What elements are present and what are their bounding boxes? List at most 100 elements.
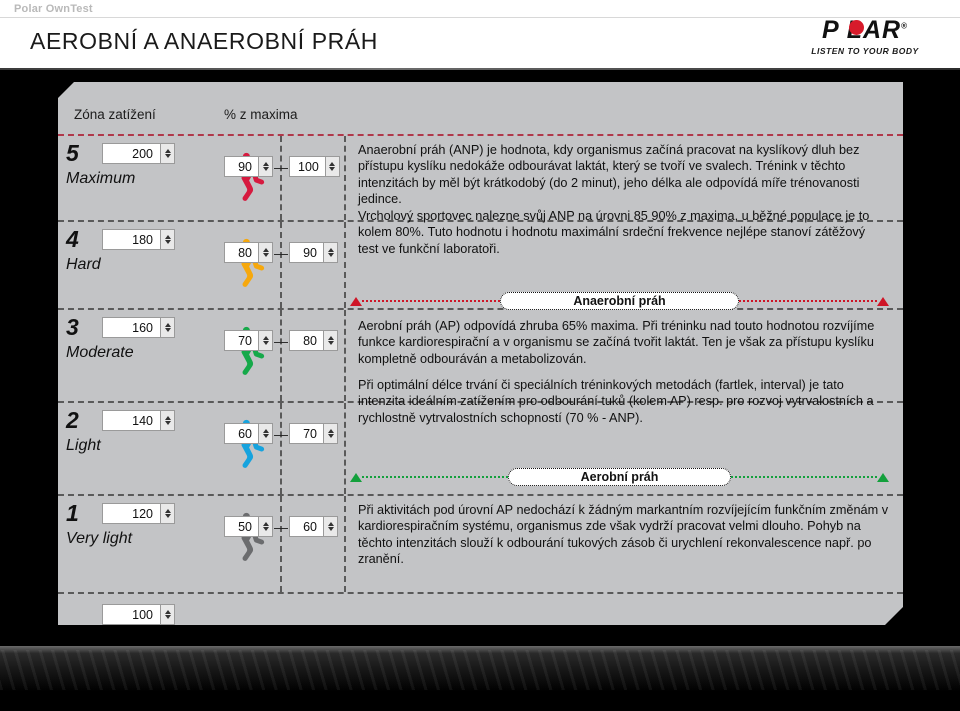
chevron-down-icon[interactable] [165,240,171,244]
chevron-up-icon[interactable] [165,323,171,327]
percent-range[interactable]: 50 — 60 [224,516,338,537]
bpm-stepper[interactable]: 160 [102,317,175,338]
page-title: AEROBNÍ A ANAEROBNÍ PRÁH [30,28,379,54]
chevron-down-icon[interactable] [329,167,335,171]
chevron-up-icon[interactable] [328,248,334,252]
footer-stripe-pattern [0,650,960,690]
percent-high-input[interactable]: 60 [289,516,323,537]
percent-low-input[interactable]: 90 [224,156,258,177]
percent-low-spinner[interactable] [258,242,273,263]
percent-high-input[interactable]: 100 [289,156,325,177]
bpm-input[interactable]: 120 [102,503,160,524]
bpm-input[interactable]: 160 [102,317,160,338]
bpm-stepper[interactable]: 140 [102,410,175,431]
percent-high-spinner[interactable] [323,423,338,444]
range-dash: — [274,425,288,442]
percent-low-spinner[interactable] [258,423,273,444]
chevron-up-icon[interactable] [263,429,269,433]
bpm-stepper[interactable]: 200 [102,143,175,164]
chevron-up-icon[interactable] [328,336,334,340]
bpm-spinner-buttons[interactable] [160,410,175,431]
bpm-stepper-min[interactable]: 100 [102,604,175,625]
chevron-up-icon[interactable] [165,416,171,420]
percent-range[interactable]: 80 — 90 [224,242,338,263]
chevron-up-icon[interactable] [263,522,269,526]
chevron-down-icon[interactable] [263,253,269,257]
triangle-right-icon [877,473,889,482]
bpm-min-spinner-buttons[interactable] [160,604,175,625]
column-header-percent: % z maxima [224,107,298,122]
range-dash: — [274,158,288,175]
percent-low-spinner[interactable] [258,516,273,537]
chevron-down-icon[interactable] [328,434,334,438]
chevron-down-icon[interactable] [263,341,269,345]
zone-cell: 200 5 Maximum [58,136,222,220]
anaerobic-threshold-marker: Anaerobní práh [350,292,889,310]
percent-low-spinner[interactable] [258,330,273,351]
chevron-down-icon[interactable] [165,328,171,332]
chevron-up-icon[interactable] [263,336,269,340]
bpm-input[interactable]: 200 [102,143,160,164]
bpm-spinner-buttons[interactable] [160,143,175,164]
polar-logo-tagline: LISTEN TO YOUR BODY [811,46,919,56]
chevron-down-icon[interactable] [328,527,334,531]
percent-low-spinner[interactable] [258,156,273,177]
chevron-up-icon[interactable] [328,429,334,433]
bpm-min-input[interactable]: 100 [102,604,160,625]
bpm-input[interactable]: 140 [102,410,160,431]
percent-high-spinner[interactable] [325,156,340,177]
zone-number: 5 [66,140,79,166]
percent-cell: 60 — 70 [222,403,346,494]
chevron-down-icon[interactable] [328,253,334,257]
triangle-left-icon [350,297,362,306]
percent-high-input[interactable]: 90 [289,242,323,263]
zone-cell: 140 2 Light [58,403,222,494]
percent-high-spinner[interactable] [323,330,338,351]
triangle-right-icon [877,297,889,306]
registered-trademark-icon: ® [901,21,908,31]
chevron-up-icon[interactable] [263,248,269,252]
anaerobic-threshold-label: Anaerobní práh [500,292,738,310]
percent-high-input[interactable]: 80 [289,330,323,351]
triangle-left-icon [350,473,362,482]
chevron-down-icon[interactable] [263,527,269,531]
bpm-stepper[interactable]: 120 [102,503,175,524]
percent-high-spinner[interactable] [323,516,338,537]
description-cell: Při aktivitách pod úrovní AP nedochází k… [346,496,903,592]
table-row: 140 2 Light 60 — 70 Při optimální délce … [58,403,903,496]
chevron-up-icon[interactable] [165,235,171,239]
chevron-up-icon[interactable] [329,162,335,166]
percent-range[interactable]: 90 — 100 [224,156,340,177]
aerobic-threshold-marker: Aerobní práh [350,468,889,486]
chevron-up-icon[interactable] [263,162,269,166]
polar-logo: P LAR® LISTEN TO YOUR BODY [790,16,940,58]
bpm-spinner-buttons[interactable] [160,503,175,524]
chevron-down-icon[interactable] [165,514,171,518]
percent-high-input[interactable]: 70 [289,423,323,444]
chevron-down-icon[interactable] [165,421,171,425]
chevron-up-icon[interactable] [165,149,171,153]
chevron-up-icon[interactable] [328,522,334,526]
zone-label: Hard [66,256,101,273]
percent-low-input[interactable]: 80 [224,242,258,263]
percent-high-spinner[interactable] [323,242,338,263]
percent-low-input[interactable]: 60 [224,423,258,444]
chevron-down-icon[interactable] [263,434,269,438]
percent-range[interactable]: 70 — 80 [224,330,338,351]
chevron-down-icon[interactable] [165,154,171,158]
percent-low-input[interactable]: 70 [224,330,258,351]
chevron-down-icon[interactable] [263,167,269,171]
chevron-up-icon[interactable] [165,610,171,614]
percent-low-input[interactable]: 50 [224,516,258,537]
bpm-spinner-buttons[interactable] [160,317,175,338]
bpm-spinner-buttons[interactable] [160,229,175,250]
description-cell: Při optimální délce trvání či speciálníc… [346,403,903,494]
chevron-down-icon[interactable] [165,615,171,619]
percent-range[interactable]: 60 — 70 [224,423,338,444]
percent-cell: 80 — 90 [222,222,346,308]
chevron-up-icon[interactable] [165,509,171,513]
zone-number: 1 [66,500,79,526]
bpm-stepper[interactable]: 180 [102,229,175,250]
chevron-down-icon[interactable] [328,341,334,345]
bpm-input[interactable]: 180 [102,229,160,250]
